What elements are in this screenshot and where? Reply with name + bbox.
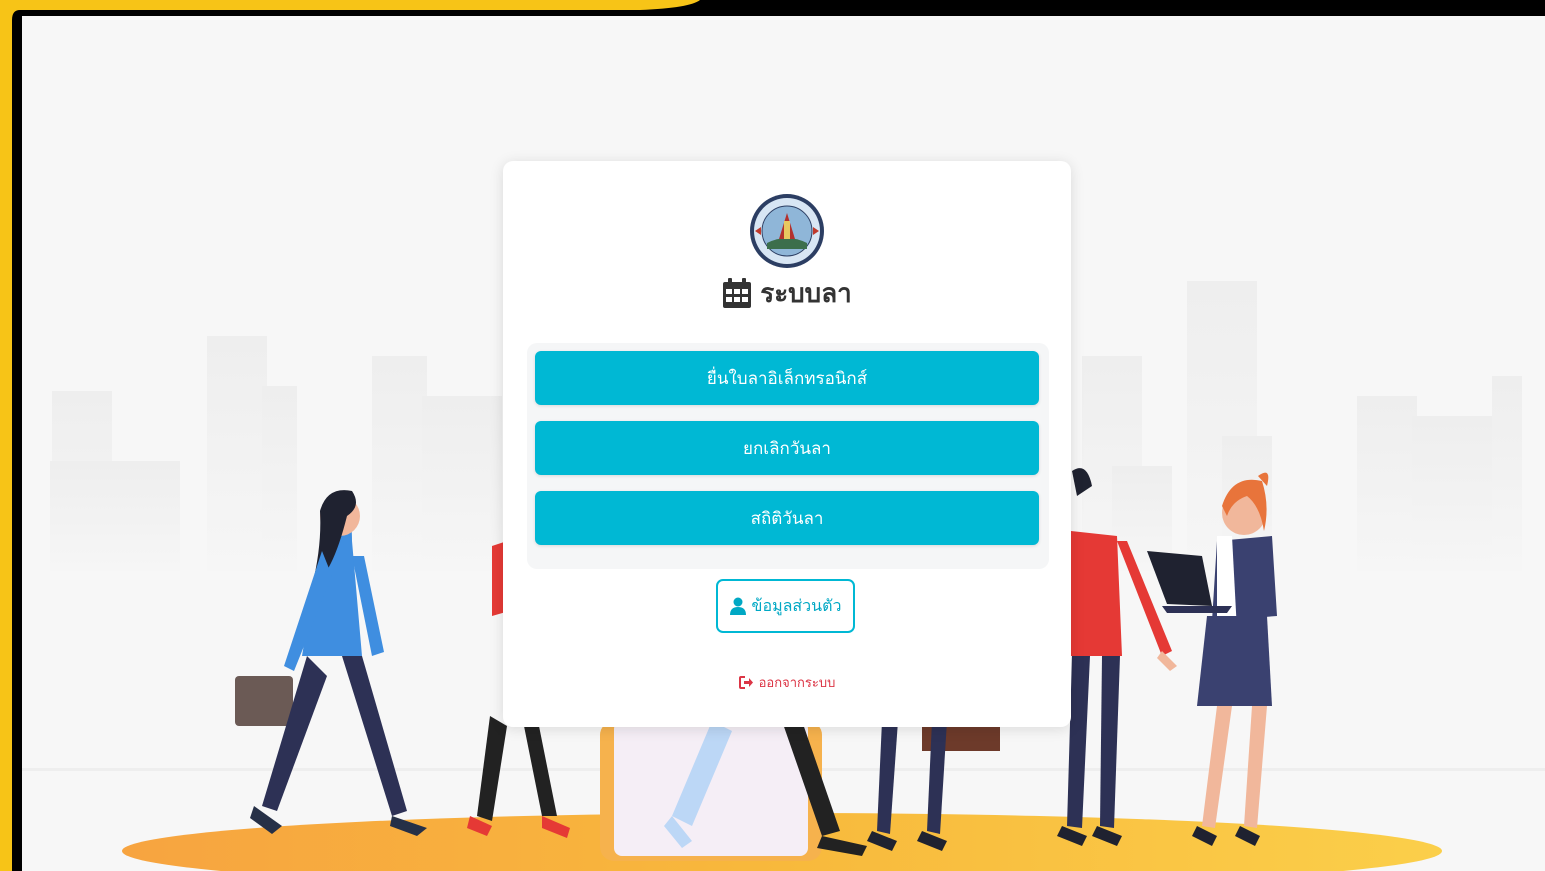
sign-out-icon — [738, 675, 753, 689]
cancel-leave-button[interactable]: ยกเลิกวันลา — [535, 421, 1039, 475]
leave-system-card: ระบบลา ยื่นใบลาอิเล็กทรอนิกส์ ยกเลิกวันล… — [503, 161, 1071, 727]
user-icon — [729, 597, 746, 615]
page-viewport: ระบบลา ยื่นใบลาอิเล็กทรอนิกส์ ยกเลิกวันล… — [22, 16, 1545, 871]
leave-statistics-button[interactable]: สถิติวันลา — [535, 491, 1039, 545]
organization-seal-logo — [750, 194, 824, 268]
logout-label: ออกจากระบบ — [758, 675, 836, 691]
profile-button-label: ข้อมูลส่วนตัว — [751, 595, 842, 615]
page-title: ระบบลา — [760, 278, 852, 309]
submit-leave-button[interactable]: ยื่นใบลาอิเล็กทรอนิกส์ — [535, 351, 1039, 405]
calendar-icon — [723, 278, 752, 308]
page-title-row: ระบบลา — [503, 273, 1071, 313]
profile-button[interactable]: ข้อมูลส่วนตัว — [716, 579, 855, 633]
menu-panel: ยื่นใบลาอิเล็กทรอนิกส์ ยกเลิกวันลา สถิติ… — [527, 343, 1049, 569]
logout-link[interactable]: ออกจากระบบ — [503, 671, 1071, 693]
figure-phone-center — [600, 721, 867, 861]
